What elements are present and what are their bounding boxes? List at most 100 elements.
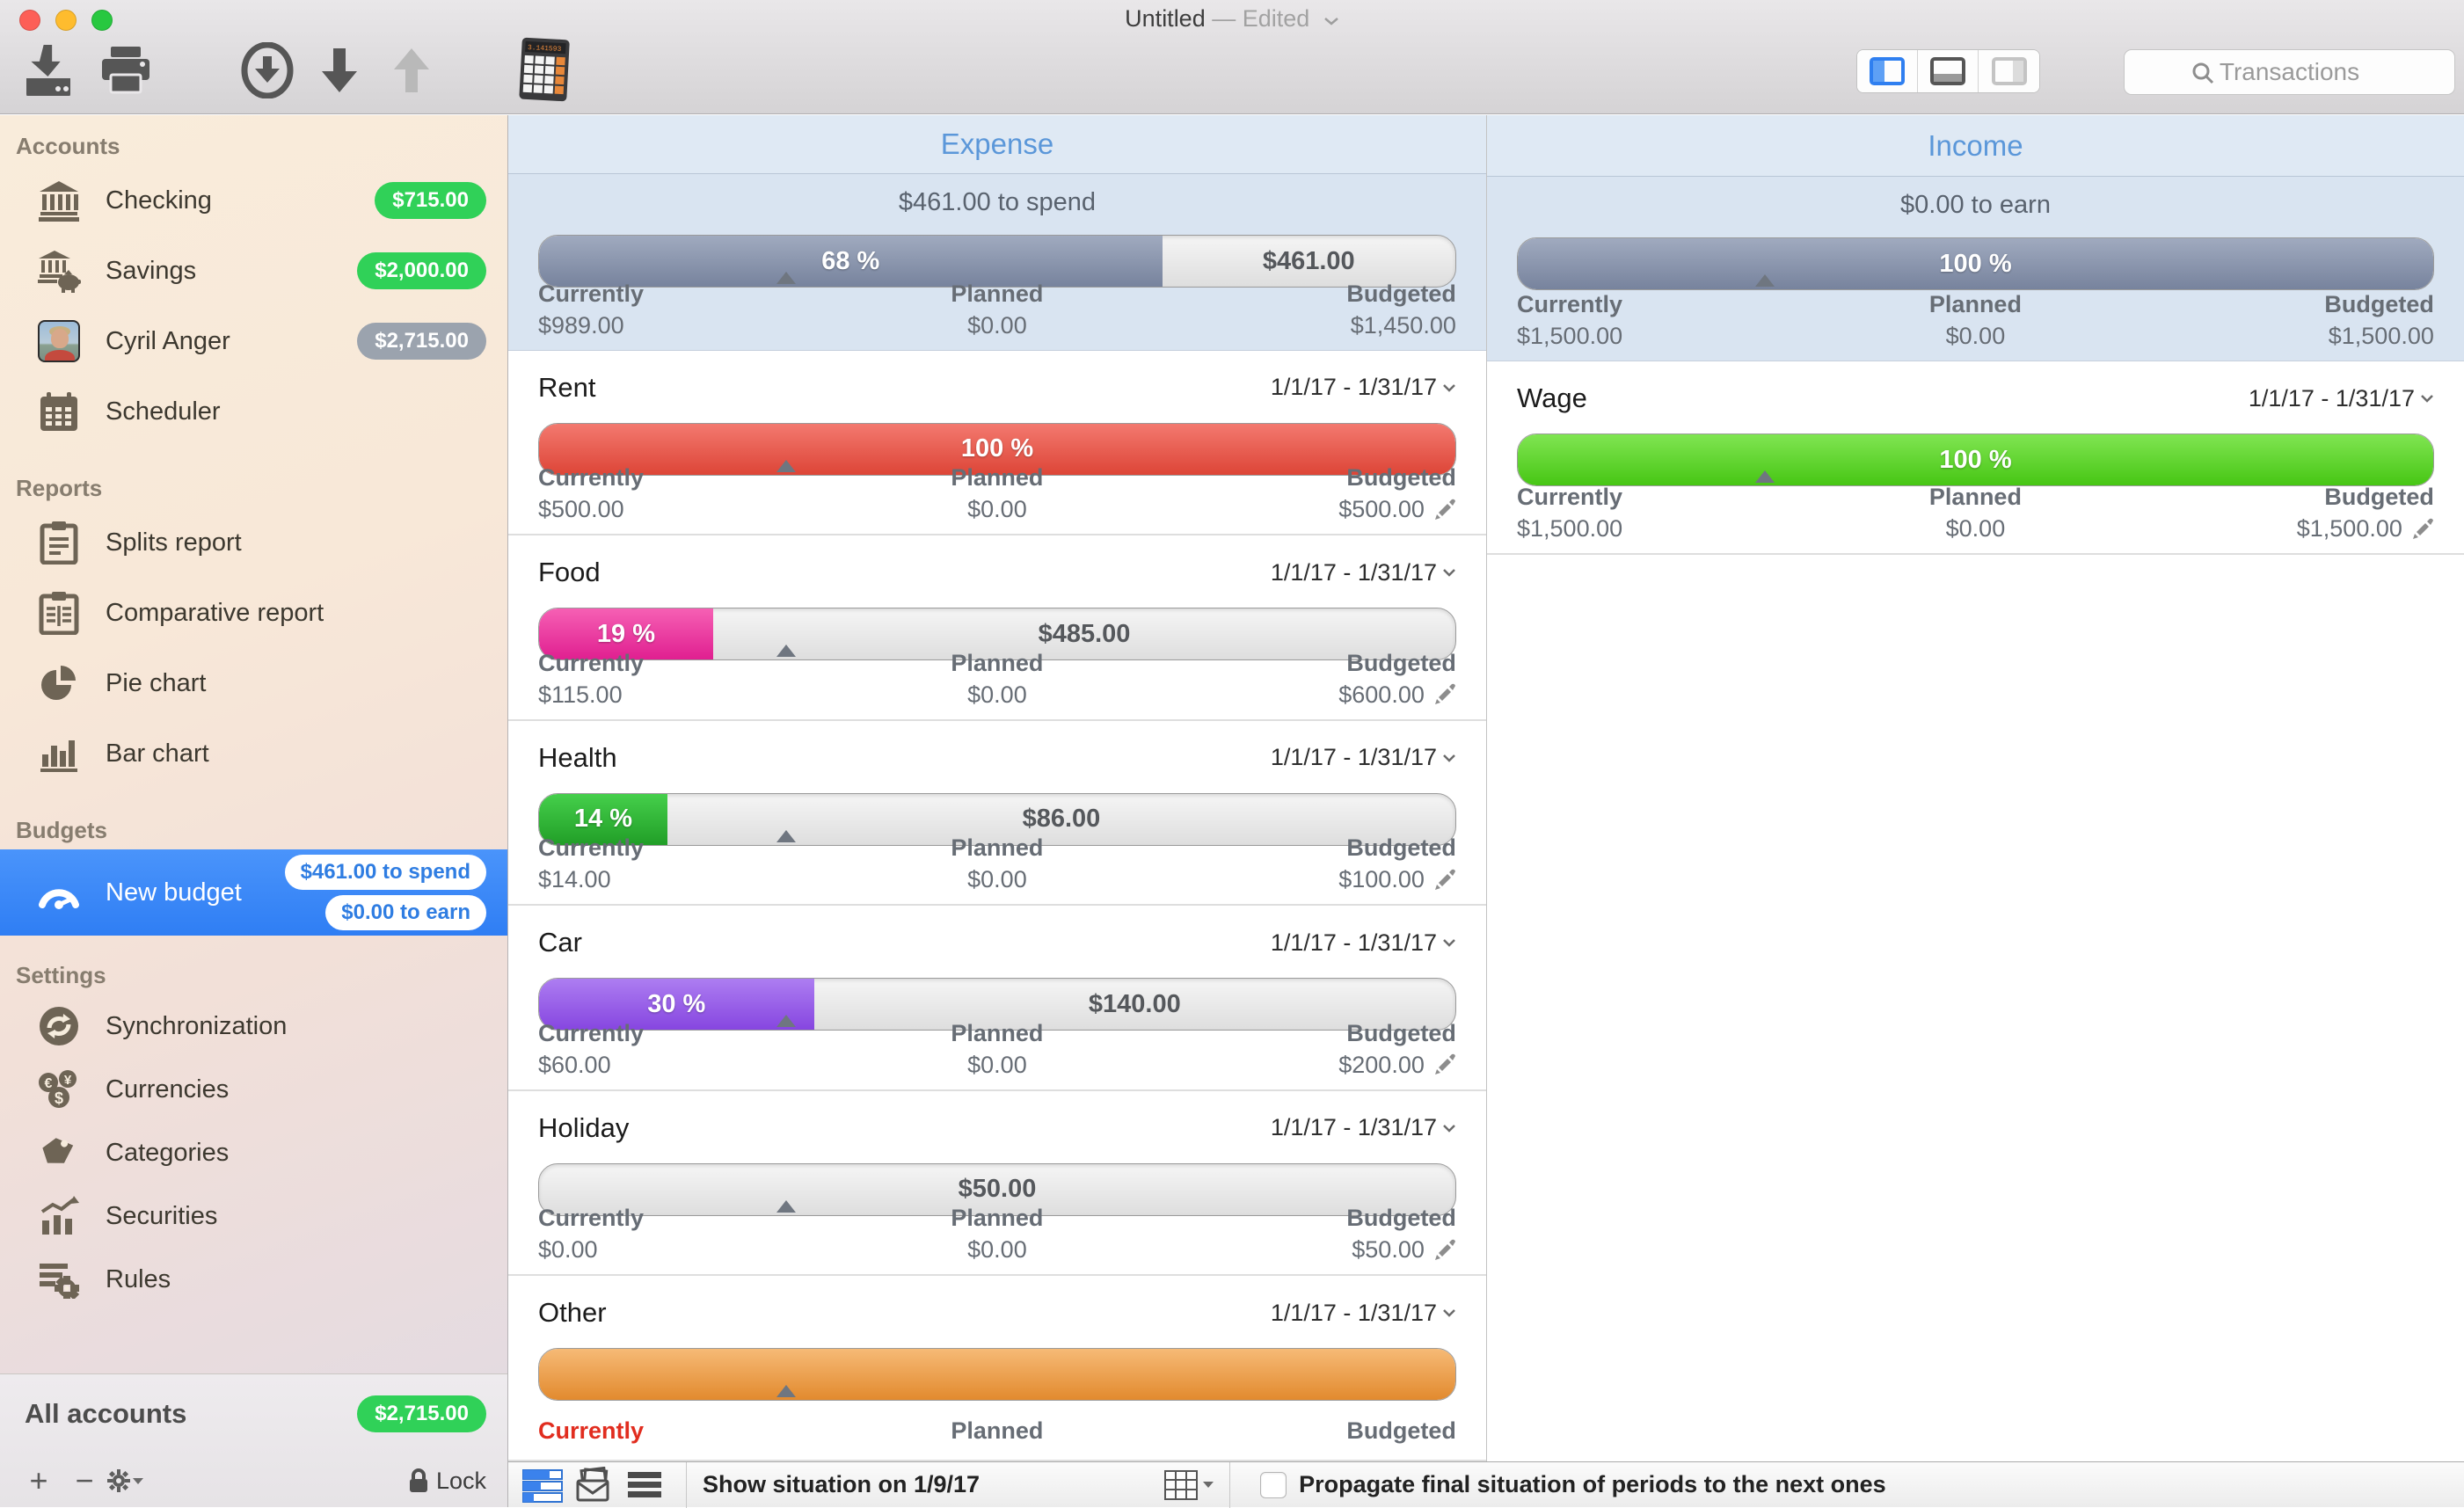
budgeted-label: Budgeted bbox=[2128, 484, 2434, 511]
gear-icon bbox=[107, 1469, 130, 1492]
chevron-down-icon bbox=[1442, 754, 1456, 762]
splits-report-icon bbox=[35, 519, 83, 566]
period-selector[interactable]: 1/1/17 - 1/31/17 bbox=[1271, 1114, 1456, 1141]
sidebar-item-synchronization[interactable]: Synchronization bbox=[0, 994, 507, 1058]
sidebar-item-categories[interactable]: Categories bbox=[0, 1121, 507, 1184]
bar-fill bbox=[539, 1349, 1455, 1400]
budgeted-label: Budgeted bbox=[1150, 464, 1456, 492]
sidebar-item-checking[interactable]: Checking $715.00 bbox=[0, 165, 507, 236]
budget-to-earn-badge: $0.00 to earn bbox=[325, 895, 486, 930]
search-field[interactable] bbox=[2124, 49, 2455, 95]
planned-label: Planned bbox=[844, 464, 1150, 492]
sidebar-item-comparative-report[interactable]: Comparative report bbox=[0, 578, 507, 648]
chevron-down-icon bbox=[1442, 383, 1456, 392]
planned-label: Planned bbox=[844, 1020, 1150, 1047]
period-selector[interactable]: 1/1/17 - 1/31/17 bbox=[1271, 374, 1456, 401]
budget-label: New budget bbox=[106, 878, 242, 907]
propagate-checkbox[interactable] bbox=[1260, 1472, 1287, 1498]
move-down-button[interactable] bbox=[317, 37, 362, 104]
edit-pencil-icon[interactable] bbox=[1433, 499, 1456, 521]
planned-value: $0.00 bbox=[844, 866, 1150, 893]
budget-bars-view-button[interactable] bbox=[517, 1466, 568, 1504]
edit-pencil-icon[interactable] bbox=[1433, 683, 1456, 706]
view-sidebar-toggle[interactable] bbox=[1857, 50, 1918, 92]
account-label: Cyril Anger bbox=[106, 327, 230, 356]
budget-row-wage: Wage 1/1/17 - 1/31/17 100 % Currently$1,… bbox=[1487, 361, 2464, 555]
bar-remaining-label: $485.00 bbox=[1039, 620, 1131, 649]
currently-value: $1,500.00 bbox=[1517, 515, 1823, 543]
expense-summary-headline: $461.00 to spend bbox=[538, 174, 1456, 217]
save-import-button[interactable] bbox=[21, 37, 76, 104]
list-view-button[interactable] bbox=[619, 1466, 670, 1504]
planned-label: Planned bbox=[844, 280, 1150, 308]
budget-row-rent: Rent 1/1/17 - 1/31/17 100 % Currently$50… bbox=[508, 351, 1486, 536]
bar-percent-label: 30 % bbox=[647, 990, 705, 1019]
lock-button[interactable]: Lock bbox=[408, 1468, 486, 1495]
sidebar-item-scheduler[interactable]: Scheduler bbox=[0, 376, 507, 447]
income-summary-bar: 100 % bbox=[1517, 237, 2434, 290]
view-right-panel-toggle[interactable] bbox=[1979, 50, 2039, 92]
currently-label-over-budget: Currently bbox=[538, 1417, 844, 1445]
move-up-button[interactable] bbox=[389, 37, 434, 104]
view-mode-segmented-control bbox=[1856, 49, 2040, 93]
view-bottom-panel-toggle[interactable] bbox=[1918, 50, 1979, 92]
sidebar-item-new-budget[interactable]: New budget $461.00 to spend $0.00 to ear… bbox=[0, 849, 507, 936]
statusbar-separator bbox=[686, 1462, 687, 1508]
expense-column-header: Expense bbox=[508, 115, 1486, 174]
sidebar-item-currencies[interactable]: €¥$ Currencies bbox=[0, 1058, 507, 1121]
sidebar-item-securities[interactable]: Securities bbox=[0, 1184, 507, 1248]
edit-pencil-icon[interactable] bbox=[1433, 1053, 1456, 1076]
report-label: Comparative report bbox=[106, 599, 324, 628]
planned-value: $0.00 bbox=[844, 1052, 1150, 1079]
currently-label: Currently bbox=[538, 464, 844, 492]
edit-pencil-icon[interactable] bbox=[2411, 518, 2434, 541]
expense-summary: $461.00 to spend 68 % $461.00 Currently$… bbox=[508, 174, 1486, 351]
sidebar-item-cyril-anger[interactable]: Cyril Anger $2,715.00 bbox=[0, 306, 507, 376]
currently-label: Currently bbox=[538, 834, 844, 862]
account-label: Savings bbox=[106, 257, 196, 286]
remove-button[interactable]: − bbox=[62, 1462, 107, 1499]
sidebar: Accounts Checking $715.00 Savings $2,000… bbox=[0, 115, 508, 1507]
period-selector[interactable]: 1/1/17 - 1/31/17 bbox=[1271, 744, 1456, 771]
comparative-report-icon bbox=[35, 589, 83, 637]
svg-text:€: € bbox=[45, 1076, 53, 1091]
period-selector[interactable]: 1/1/17 - 1/31/17 bbox=[1271, 1300, 1456, 1327]
sidebar-item-rules[interactable]: Rules bbox=[0, 1248, 507, 1311]
actions-gear-button[interactable] bbox=[107, 1469, 153, 1492]
category-name: Other bbox=[538, 1297, 607, 1329]
print-button[interactable] bbox=[98, 37, 153, 104]
title-chevron-icon[interactable] bbox=[1323, 5, 1339, 33]
period-selector[interactable]: 1/1/17 - 1/31/17 bbox=[1271, 929, 1456, 957]
category-name: Wage bbox=[1517, 382, 1587, 414]
sidebar-item-bar-chart[interactable]: Bar chart bbox=[0, 718, 507, 789]
envelope-view-button[interactable] bbox=[568, 1466, 619, 1504]
chevron-down-icon bbox=[1442, 938, 1456, 947]
currently-label: Currently bbox=[1517, 484, 1823, 511]
sidebar-item-pie-chart[interactable]: Pie chart bbox=[0, 648, 507, 718]
edit-pencil-icon[interactable] bbox=[1433, 1239, 1456, 1262]
currently-value: $60.00 bbox=[538, 1052, 844, 1079]
svg-text:¥: ¥ bbox=[64, 1073, 72, 1088]
planned-label: Planned bbox=[844, 650, 1150, 677]
calculator-app-icon[interactable]: 3.141593 bbox=[515, 37, 573, 104]
period-selector[interactable]: 1/1/17 - 1/31/17 bbox=[1271, 559, 1456, 586]
bar-chart-icon bbox=[35, 730, 83, 777]
edit-pencil-icon[interactable] bbox=[1433, 869, 1456, 892]
search-input[interactable] bbox=[2125, 50, 2454, 94]
bar-percent-label: 100 % bbox=[1939, 250, 2011, 279]
budgeted-value: $1,500.00 bbox=[2128, 323, 2434, 350]
sidebar-item-savings[interactable]: Savings $2,000.00 bbox=[0, 236, 507, 306]
category-name: Food bbox=[538, 557, 601, 588]
currently-value: $115.00 bbox=[538, 681, 844, 709]
add-button[interactable]: + bbox=[16, 1462, 62, 1499]
period-selector[interactable]: 1/1/17 - 1/31/17 bbox=[2249, 385, 2434, 412]
sidebar-item-splits-report[interactable]: Splits report bbox=[0, 507, 507, 578]
budgeted-value: $1,500.00 bbox=[2297, 515, 2402, 543]
import-transactions-button[interactable] bbox=[239, 37, 295, 104]
income-summary-headline: $0.00 to earn bbox=[1517, 177, 2434, 220]
section-title-reports: Reports bbox=[0, 457, 507, 507]
document-title: Untitled bbox=[1125, 5, 1206, 32]
settings-label: Rules bbox=[106, 1265, 171, 1294]
date-marker-icon bbox=[1755, 470, 1775, 483]
situation-date-picker[interactable] bbox=[1164, 1470, 1214, 1500]
